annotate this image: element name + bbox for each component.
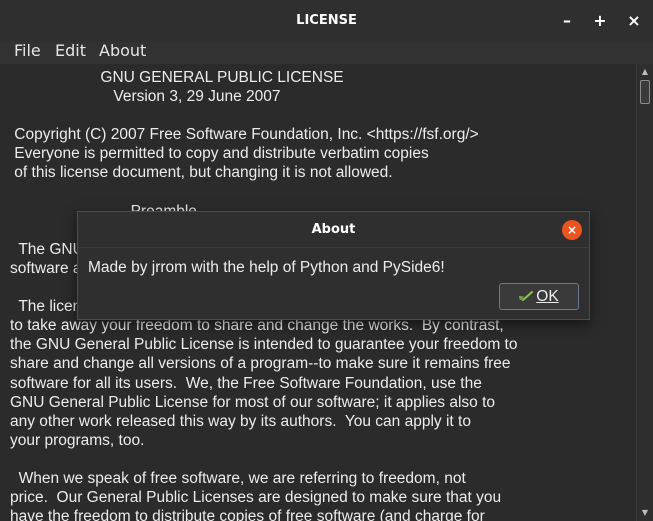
- arrow-down-icon[interactable]: ▼: [637, 507, 653, 519]
- document-line: Copyright (C) 2007 Free Software Foundat…: [10, 126, 479, 144]
- ok-button[interactable]: OK: [499, 283, 579, 310]
- editor-window: LICENSE – + × File Edit About GNU GENERA…: [0, 0, 653, 521]
- document-line: any other work released this way by its …: [10, 412, 471, 430]
- document-line: software for all its users. We, the Free…: [10, 374, 482, 392]
- document-line: your programs, too.: [10, 431, 145, 449]
- vertical-scrollbar[interactable]: ▲ ▼: [636, 64, 653, 521]
- document-line: GNU GENERAL PUBLIC LICENSE: [10, 69, 344, 86]
- arrow-up-icon[interactable]: ▲: [637, 66, 653, 78]
- minimize-icon[interactable]: –: [555, 9, 579, 33]
- document-line: Everyone is permitted to copy and distri…: [10, 145, 429, 163]
- menu-about[interactable]: About: [97, 42, 148, 64]
- maximize-icon[interactable]: +: [588, 9, 612, 33]
- scroll-thumb[interactable]: [640, 80, 650, 104]
- dialog-message: Made by jrrom with the help of Python an…: [88, 259, 445, 276]
- checkmark-icon: [519, 291, 534, 301]
- document-line: Version 3, 29 June 2007: [10, 88, 281, 106]
- menu-file[interactable]: File: [12, 42, 43, 64]
- document-line: of this license document, but changing i…: [10, 164, 393, 182]
- document-line: the GNU General Public License is intend…: [10, 336, 518, 354]
- about-dialog: About × Made by jrrom with the help of P…: [77, 211, 590, 320]
- document-line: share and change all versions of a progr…: [10, 355, 511, 373]
- menubar: File Edit About: [0, 42, 653, 64]
- document-line: GNU General Public License for most of o…: [10, 393, 496, 411]
- close-icon[interactable]: ×: [622, 9, 646, 33]
- document-line: price. Our General Public Licenses are d…: [10, 489, 502, 507]
- document-line: have the freedom to distribute copies of…: [10, 508, 485, 521]
- menu-edit[interactable]: Edit: [53, 42, 88, 64]
- document-line: When we speak of free software, we are r…: [10, 469, 466, 487]
- dialog-title: About: [311, 222, 356, 237]
- ok-button-label: OK: [536, 288, 559, 305]
- close-icon[interactable]: ×: [562, 220, 582, 240]
- dialog-titlebar[interactable]: About ×: [78, 212, 589, 248]
- window-titlebar[interactable]: LICENSE – + ×: [0, 0, 653, 42]
